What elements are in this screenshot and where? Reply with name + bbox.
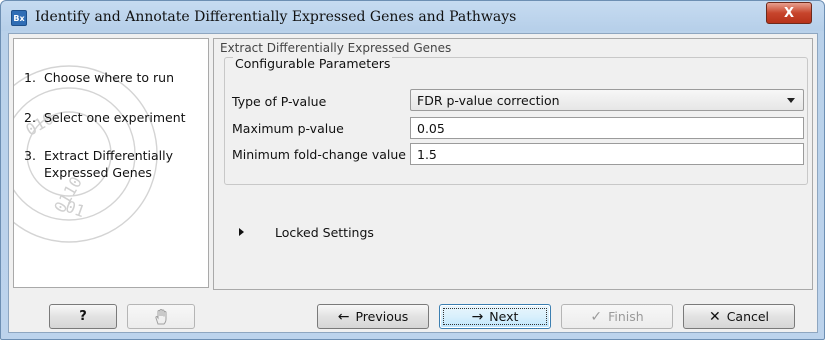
previous-label: Previous [355, 309, 409, 324]
step-number: 1. [24, 70, 36, 85]
close-button[interactable]: X [766, 2, 812, 24]
dialog-body: 010 0110 01 1. Choose where to run 2. Sele… [8, 33, 818, 333]
max-pvalue-field[interactable]: 0.05 [410, 117, 804, 139]
wizard-steps-panel: 010 0110 01 1. Choose where to run 2. Sele… [13, 38, 209, 288]
title-bar[interactable]: Bx Identify and Annotate Differentially … [1, 1, 826, 33]
step-label: Extract Differentially Expressed Genes [44, 148, 173, 180]
x-icon: ✕ [708, 309, 721, 325]
group-title: Configurable Parameters [233, 56, 393, 71]
locked-settings-label: Locked Settings [275, 225, 374, 240]
window-title: Identify and Annotate Differentially Exp… [35, 9, 517, 25]
pvalue-type-label: Type of P-value [232, 94, 327, 109]
expand-triangle-icon [239, 228, 244, 236]
panel-header: Extract Differentially Expressed Genes [220, 41, 452, 55]
chevron-down-icon [787, 98, 795, 103]
step-number: 3. [24, 148, 36, 163]
hand-icon [155, 308, 167, 325]
checkmark-icon: ✓ [590, 309, 603, 325]
dialog-window: Bx Identify and Annotate Differentially … [0, 0, 825, 340]
step-item-current: 3. Extract Differentially Expressed Genes [24, 147, 194, 181]
step-item: 2. Select one experiment [24, 109, 194, 126]
pvalue-type-value: FDR p-value correction [417, 93, 560, 108]
parameters-panel: Extract Differentially Expressed Genes C… [213, 38, 813, 290]
finish-label: Finish [608, 309, 644, 324]
step-item: 1. Choose where to run [24, 69, 194, 86]
left-arrow-icon: ← [337, 309, 350, 325]
focus-ring [443, 308, 547, 325]
min-fold-change-field[interactable]: 1.5 [410, 143, 804, 165]
help-label: ? [79, 309, 87, 324]
step-number: 2. [24, 110, 36, 125]
cancel-label: Cancel [726, 309, 770, 324]
previous-button[interactable]: ← Previous [317, 304, 429, 329]
next-button[interactable]: → Next [439, 304, 551, 329]
pvalue-type-select[interactable]: FDR p-value correction [410, 89, 804, 111]
cancel-button[interactable]: ✕ Cancel [683, 304, 795, 329]
reset-button[interactable] [127, 304, 195, 329]
min-fold-change-label: Minimum fold-change value [232, 147, 406, 162]
max-pvalue-label: Maximum p-value [232, 121, 344, 136]
app-logo-icon: Bx [11, 10, 27, 26]
step-label: Choose where to run [44, 70, 174, 85]
finish-button[interactable]: ✓ Finish [561, 304, 673, 329]
step-label: Select one experiment [44, 110, 186, 125]
help-button[interactable]: ? [49, 304, 117, 329]
